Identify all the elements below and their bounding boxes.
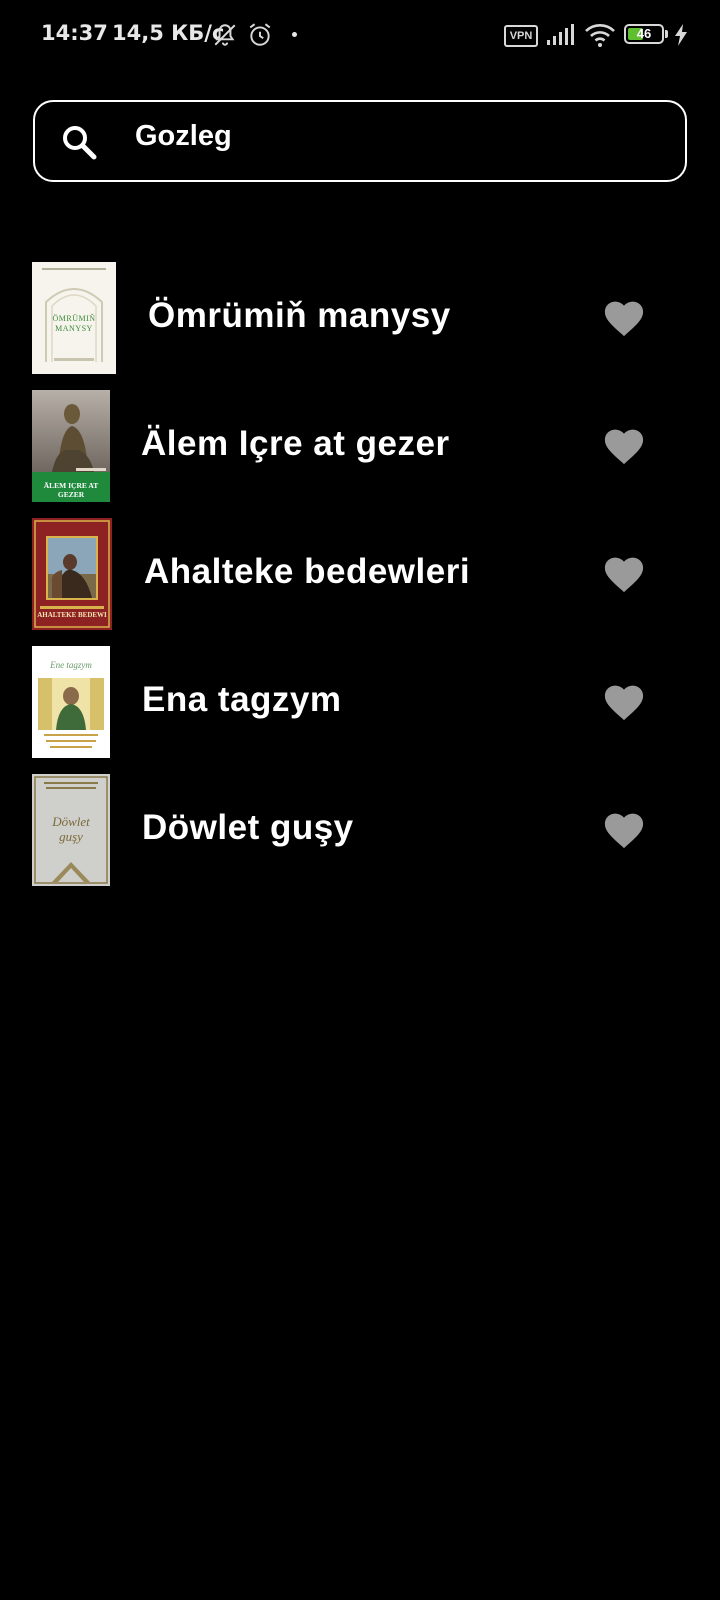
book-list: ÖMRÜMIŇ MANYSY Ömrümiň manysy ÄLEM IÇRE … xyxy=(0,262,720,902)
heart-icon[interactable] xyxy=(602,298,646,338)
book-cover-image[interactable]: Ene tagzym xyxy=(32,646,110,758)
book-cover-image[interactable]: Döwlet guşy xyxy=(32,774,110,886)
battery-level: 46 xyxy=(636,26,652,41)
book-title[interactable]: Älem Içre at gezer xyxy=(141,424,450,464)
bell-muted-icon xyxy=(214,24,236,46)
heart-icon[interactable] xyxy=(602,554,646,594)
battery-icon: 46 xyxy=(624,24,664,44)
cover-title: AHALTEKE BEDEWI xyxy=(37,611,107,619)
book-title[interactable]: Ömrümiň manysy xyxy=(148,296,451,336)
cover-title: ÄLEM IÇRE AT GEZER xyxy=(43,481,99,499)
heart-icon[interactable] xyxy=(602,426,646,466)
notification-dot xyxy=(292,32,297,37)
cover-title: Döwlet guşy xyxy=(52,814,90,844)
list-item[interactable]: Ene tagzym Ena tagzym xyxy=(0,646,720,774)
battery-tip xyxy=(665,30,668,38)
list-item[interactable]: AHALTEKE BEDEWI Ahalteke bedewleri xyxy=(0,518,720,646)
cover-title: Ene tagzym xyxy=(50,660,92,670)
book-title[interactable]: Ena tagzym xyxy=(142,680,342,720)
search-icon[interactable] xyxy=(59,122,99,162)
status-bar: 14:37 14,5 КБ/с VPN 46 xyxy=(0,0,720,70)
heart-icon[interactable] xyxy=(602,810,646,850)
alarm-icon xyxy=(249,23,271,46)
status-time: 14:37 xyxy=(41,21,108,45)
book-cover-image[interactable]: ÄLEM IÇRE AT GEZER xyxy=(32,390,110,502)
signal-icon xyxy=(547,24,574,45)
wifi-icon xyxy=(585,24,615,47)
status-net-speed: 14,5 КБ/с xyxy=(112,21,225,45)
cover-title: ÖMRÜMIŇ MANYSY xyxy=(52,314,96,333)
search-box[interactable]: Gozleg xyxy=(33,100,687,182)
charging-icon xyxy=(675,24,687,46)
book-title[interactable]: Ahalteke bedewleri xyxy=(144,552,470,592)
book-cover-image[interactable]: ÖMRÜMIŇ MANYSY xyxy=(32,262,116,374)
vpn-badge: VPN xyxy=(504,25,538,47)
book-title[interactable]: Döwlet guşy xyxy=(142,808,354,848)
list-item[interactable]: ÄLEM IÇRE AT GEZER Älem Içre at gezer xyxy=(0,390,720,518)
list-item[interactable]: Döwlet guşy Döwlet guşy xyxy=(0,774,720,902)
search-input[interactable]: Gozleg xyxy=(135,120,232,153)
list-item[interactable]: ÖMRÜMIŇ MANYSY Ömrümiň manysy xyxy=(0,262,720,390)
heart-icon[interactable] xyxy=(602,682,646,722)
book-cover-image[interactable]: AHALTEKE BEDEWI xyxy=(32,518,112,630)
